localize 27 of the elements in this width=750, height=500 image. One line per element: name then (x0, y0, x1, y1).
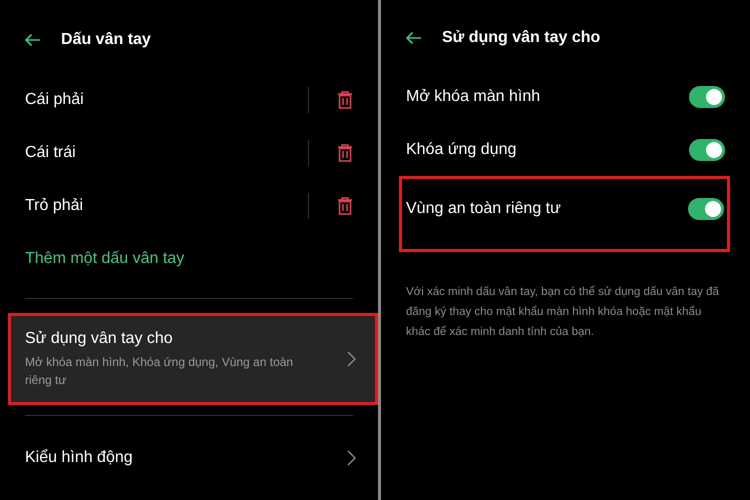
fingerprint-name: Trỏ phải (25, 196, 84, 215)
delete-button[interactable] (337, 90, 353, 109)
back-arrow-icon (24, 32, 41, 47)
trash-icon (337, 196, 353, 215)
setting-label: Vùng an toàn riêng tư (406, 200, 562, 218)
add-fingerprint-link[interactable]: Thêm một dấu vân tay (25, 232, 184, 286)
delete-button[interactable] (337, 144, 353, 162)
toggle-switch[interactable] (689, 138, 725, 160)
settings-menu-item[interactable]: Sử dụng vân tay cho Mở khóa màn hình, Khóa ứng dụng, Vùng an toàn riêng tư (8, 313, 378, 406)
delete-button[interactable] (337, 196, 353, 215)
back-button[interactable] (24, 32, 41, 47)
back-arrow-icon (405, 31, 422, 45)
trash-icon (337, 90, 353, 109)
settings-menu-item[interactable]: Kiểu hình động (0, 416, 378, 500)
toggle-switch[interactable] (688, 198, 724, 220)
chevron-icon (347, 351, 356, 368)
fingerprint-name: Cái trái (25, 144, 77, 162)
fingerprint-name: Cái phải (25, 90, 85, 109)
chevron-icon (347, 450, 356, 466)
toggle-switch[interactable] (689, 86, 725, 108)
trash-icon (337, 144, 353, 162)
setting-label: Khóa ứng dụng (406, 140, 518, 158)
screen-title: Dấu vân tay (61, 30, 151, 49)
screen-title: Sử dụng vân tay cho (442, 29, 600, 47)
back-button[interactable] (405, 31, 422, 45)
description-text: Với xác minh dấu vân tay, bạn có thể sử dụng dấu vân tay đã đăng ký thay cho mật khẩu màn hình khóa hoặc mật khẩu khác để xác minh danh tính của bạn. (406, 284, 720, 340)
setting-label: Mở khóa màn hình (406, 88, 542, 106)
